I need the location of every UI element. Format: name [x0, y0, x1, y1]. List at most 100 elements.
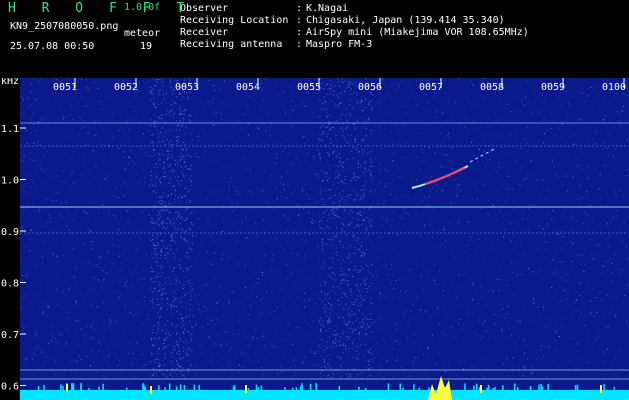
time-tick-label: 0058: [480, 82, 504, 93]
info-row-receiver: Receiver: AirSpy mini (Miakejima VOR 108.…: [180, 27, 529, 38]
baseline-spike: [502, 385, 504, 390]
baseline-spike: [387, 383, 390, 390]
baseline-spike: [492, 387, 494, 390]
baseline-spike: [529, 385, 532, 390]
time-tick-label: 0059: [541, 82, 565, 93]
baseline-spike: [180, 384, 182, 390]
baseline-spike: [516, 387, 519, 390]
baseline-spike: [538, 384, 540, 390]
peak-marker: [150, 386, 152, 394]
baseline-spike: [126, 387, 128, 390]
baseline-spike: [309, 383, 312, 390]
baseline-spike: [247, 388, 250, 390]
app-logo: H R O F F T: [8, 1, 194, 16]
time-tick-label: 0053: [175, 82, 199, 93]
baseline-spike: [418, 387, 420, 390]
baseline-spike: [193, 384, 196, 390]
baseline-spike: [292, 387, 294, 390]
info-key: Receiver: [180, 27, 229, 38]
baseline-spike: [300, 385, 302, 390]
baseline-spike: [43, 385, 45, 390]
baseline-spike: [233, 384, 236, 390]
baseline-spike: [413, 384, 415, 390]
station-info: Observer: K.Nagai Receiving Location: Chig…: [180, 3, 529, 51]
baseline-spike: [175, 386, 178, 390]
baseline-spike: [257, 387, 259, 390]
y-tick-label: 0.9: [1, 227, 19, 238]
baseline-spike: [80, 383, 82, 390]
info-row-location: Receiving Location: Chigasaki, Japan (139…: [180, 15, 505, 26]
time-tick-label: 0100: [602, 82, 626, 93]
peak-marker: [480, 385, 482, 393]
info-row-antenna: Receiving antenna: Maspro FM-3: [180, 39, 373, 50]
y-tick-label: 0.7: [1, 330, 19, 341]
baseline-spike: [475, 383, 478, 390]
baseline-spike: [613, 387, 616, 390]
baseline-spike: [399, 383, 401, 390]
peak-marker: [600, 385, 602, 393]
time-tick-label: 0051: [53, 82, 77, 93]
baseline-spike: [540, 383, 542, 390]
baseline-spike: [541, 386, 544, 390]
baseline-spike: [168, 383, 171, 390]
baseline-spike: [37, 386, 40, 390]
mode-label: meteor: [124, 28, 161, 39]
baseline-spike: [315, 383, 317, 390]
info-key: Observer: [180, 3, 229, 14]
baseline-spike: [183, 384, 186, 390]
baseline-spike: [487, 384, 490, 390]
info-value: AirSpy mini (Miakejima VOR 108.65MHz): [306, 27, 529, 38]
baseline-spike: [486, 387, 488, 390]
info-key: Receiving antenna: [180, 39, 283, 50]
baseline-spike: [464, 383, 466, 390]
time-tick-label: 0054: [236, 82, 260, 93]
baseline-spike: [358, 386, 360, 390]
baseline-spike: [494, 386, 496, 390]
baseline-spike: [144, 386, 146, 390]
baseline-spike: [60, 384, 62, 390]
info-key: Receiving Location: [180, 15, 289, 26]
baseline-spike: [198, 384, 200, 390]
time-tick-label: 0057: [419, 82, 443, 93]
info-value: Chigasaki, Japan (139.414 35.340): [306, 15, 505, 26]
spectrogram-background: [20, 78, 629, 400]
y-tick-label: 1.1: [1, 124, 19, 135]
datetime-label: 25.07.08 00:50: [10, 41, 95, 52]
baseline-spike: [102, 383, 104, 390]
peak-marker: [245, 385, 247, 393]
version-label: 1.0.0f: [124, 2, 161, 13]
time-tick-label: 0056: [358, 82, 382, 93]
baseline-spike: [574, 385, 577, 390]
filename-label: KN9_2507080050.png: [10, 21, 119, 32]
time-tick-label: 0055: [297, 82, 321, 93]
y-tick-label: 0.6: [1, 382, 19, 393]
baseline-spike: [428, 387, 430, 390]
baseline-spike: [62, 385, 64, 390]
info-value: K.Nagai: [306, 3, 349, 14]
baseline-bar: [20, 390, 629, 400]
baseline-spike: [164, 387, 166, 390]
baseline-spike: [514, 383, 516, 390]
baseline-spike: [98, 386, 100, 390]
info-row-observer: Observer: K.Nagai: [180, 3, 349, 14]
baseline-spike: [142, 383, 145, 390]
y-tick-label: 1.0: [1, 176, 19, 187]
baseline-spike: [71, 383, 73, 390]
info-value: Maspro FM-3: [306, 39, 373, 50]
baseline-spike: [576, 384, 579, 390]
baseline-spike: [295, 387, 298, 390]
baseline-spike: [364, 387, 367, 390]
baseline-spike: [473, 385, 475, 390]
y-unit-label: kHz: [1, 78, 19, 87]
baseline-spike: [402, 387, 404, 390]
spectrogram: kHz 1.1 1.0 0.9 0.8 0.7 0.6 0051 0052 0053 0054 00…: [1, 78, 629, 400]
count-label: 19: [140, 41, 153, 52]
baseline-spike: [260, 385, 263, 390]
baseline-spike: [547, 384, 549, 390]
baseline-spike: [158, 385, 160, 390]
baseline-spike: [284, 387, 286, 390]
time-tick-label: 0052: [114, 82, 138, 93]
baseline-spike: [255, 384, 258, 390]
baseline-spike: [338, 385, 341, 390]
baseline-spike: [88, 387, 90, 390]
